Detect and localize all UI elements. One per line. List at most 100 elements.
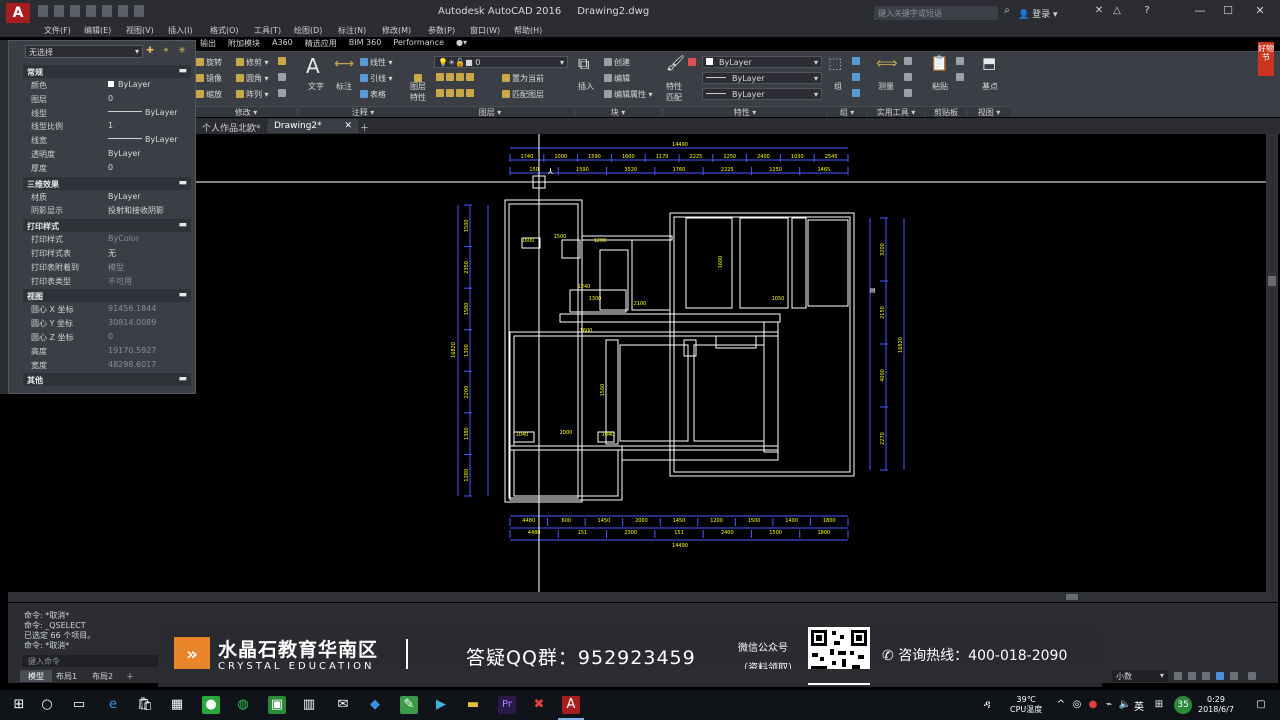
menu-draw[interactable]: 绘图(D) [294, 25, 322, 36]
app-green-icon[interactable]: ● [202, 696, 220, 714]
text-button[interactable]: 文字 [308, 81, 324, 92]
search-input[interactable]: 键入关键字或短语 [874, 6, 998, 20]
view-panel-label[interactable]: 视图 ▾ [968, 106, 1010, 117]
props-section-header[interactable]: 视图 ▬ [23, 289, 191, 303]
edge-browser-icon[interactable]: e [104, 696, 122, 714]
print-icon[interactable] [102, 5, 112, 17]
app-x-icon[interactable]: ✖ [530, 696, 548, 714]
explode-icon[interactable] [278, 73, 288, 82]
match-properties-icon[interactable]: 🖌 [666, 54, 685, 72]
collapse-icon[interactable]: ▬ [178, 220, 187, 230]
close-icon[interactable]: ✕ [1250, 4, 1270, 18]
group-select-icon[interactable] [852, 89, 862, 98]
task-view-icon[interactable]: ▭ [70, 696, 88, 714]
ungroup-icon[interactable] [852, 57, 862, 66]
rotate-button[interactable]: 旋转 [196, 57, 222, 68]
table-button[interactable]: 表格 [360, 89, 386, 100]
property-row[interactable]: 图层 0 [23, 92, 191, 106]
tray-badge-icon[interactable]: 35 [1174, 696, 1192, 714]
clipboard-panel-label[interactable]: 剪贴板 [926, 106, 966, 117]
collapse-icon[interactable]: ▬ [178, 178, 187, 188]
property-row[interactable]: 颜色 ByLayer [23, 78, 191, 92]
property-row[interactable]: 材质 ByLayer [23, 190, 191, 204]
tray-temperature[interactable]: 39℃ CPU温度 [1010, 695, 1042, 715]
tab-bim360[interactable]: BIM 360 [349, 38, 382, 51]
login-button[interactable]: 👤 登录 ▾ [1018, 7, 1057, 20]
volume-icon[interactable]: 🔈 [1116, 696, 1134, 714]
layer-tools-row-2[interactable] [436, 89, 476, 98]
props-section-header[interactable]: 三维效果 ▬ [23, 176, 191, 190]
input-language[interactable]: 英 [1134, 698, 1144, 713]
measure-icon[interactable]: ⟺ [876, 54, 898, 72]
notifications-icon[interactable]: ▢ [1252, 696, 1270, 714]
binoculars-icon[interactable]: ⌕ [1002, 6, 1012, 16]
edit-attribute-button[interactable]: 编辑属性 ▾ [604, 89, 653, 100]
tab-output[interactable]: 输出 [200, 38, 216, 51]
menu-insert[interactable]: 插入(I) [168, 25, 193, 36]
tab-addins[interactable]: 附加模块 [228, 38, 260, 51]
isolate-objects-icon[interactable] [1202, 672, 1210, 680]
pickadd-toggle-icon[interactable]: ✚ [145, 46, 155, 56]
paste-icon[interactable]: 📋 [930, 54, 949, 72]
property-row[interactable]: 线型 ByLayer [23, 106, 191, 120]
autocad-taskbar-icon[interactable]: A [562, 696, 580, 714]
hardware-acceleration-icon[interactable] [1216, 672, 1224, 680]
tab-performance[interactable]: Performance [393, 38, 444, 51]
premiere-icon[interactable]: Pr [498, 696, 516, 714]
property-row[interactable]: 阴影显示 投射和接收阴影 [23, 203, 191, 217]
collapse-icon[interactable]: ▬ [178, 290, 187, 300]
insert-block-icon[interactable]: ⧉ [578, 54, 589, 74]
tab-featured-apps[interactable]: 精选应用 [305, 38, 337, 51]
set-current-button[interactable]: 置为当前 [502, 73, 544, 84]
scale-button[interactable]: 缩放 [196, 89, 222, 100]
group-edit-icon[interactable] [852, 73, 862, 82]
app-cam-icon[interactable]: ▣ [268, 696, 286, 714]
property-row[interactable]: 打印表类型 不可用 [23, 274, 191, 288]
measure-button[interactable]: 测量 [878, 81, 894, 92]
dimension-icon[interactable]: ⟷ [334, 56, 354, 72]
property-row[interactable]: 高度 19170.5927 [23, 344, 191, 358]
utility-icon-3[interactable] [904, 89, 914, 98]
open-icon[interactable] [54, 5, 64, 17]
props-section-header[interactable]: 其他 ▬ [23, 373, 191, 387]
menu-modify[interactable]: 修改(M) [382, 25, 411, 36]
doc-tab-close-icon[interactable]: ✕ [345, 121, 353, 131]
ime-icon[interactable]: ⊞ [1150, 696, 1168, 714]
menu-edit[interactable]: 编辑(E) [84, 25, 111, 36]
minimize-icon[interactable]: — [1190, 4, 1210, 18]
offset-icon[interactable] [278, 89, 288, 98]
match-properties-label-1[interactable]: 特性 [666, 81, 682, 92]
ribbon-options-icon[interactable]: ●▾ [456, 38, 467, 51]
property-row[interactable]: 圆心 Y 坐标 30814.0089 [23, 316, 191, 330]
menu-help[interactable]: 帮助(H) [514, 25, 542, 36]
modify-panel-label[interactable]: 修改 ▾ [196, 106, 296, 117]
select-objects-icon[interactable]: ⌖ [161, 46, 171, 56]
clean-screen-icon[interactable] [1230, 672, 1238, 680]
leader-button[interactable]: 引线 ▾ [360, 73, 393, 84]
help-icon[interactable]: ? [1142, 6, 1152, 16]
app-leaf-icon[interactable]: ✎ [400, 696, 418, 714]
dimension-button[interactable]: 标注 [336, 81, 352, 92]
new-icon[interactable] [38, 5, 48, 17]
group-icon[interactable]: ⬚ [828, 54, 842, 72]
property-row[interactable]: 宽度 48298.6017 [23, 358, 191, 372]
base-point-icon[interactable]: ⬒ [982, 54, 996, 72]
property-row[interactable]: 线型比例 1 [23, 119, 191, 133]
exchange-icon[interactable]: ✕ [1094, 6, 1104, 16]
text-icon[interactable]: A [306, 54, 320, 78]
fillet-button[interactable]: 圆角 ▾ [236, 73, 269, 84]
insert-button[interactable]: 插入 [578, 81, 594, 92]
windows-start-icon[interactable]: ⊞ [10, 696, 28, 714]
block-panel-label[interactable]: 块 ▾ [576, 106, 660, 117]
redo-icon[interactable] [134, 5, 144, 17]
drawing-canvas[interactable]: 14490 1740 1000 1590 1600 1170 2225 1250 2400 103… [195, 134, 1266, 592]
property-row[interactable]: 打印样式 ByColor [23, 232, 191, 246]
property-row[interactable]: 厚度 0 [23, 161, 191, 175]
menu-dimension[interactable]: 标注(N) [338, 25, 366, 36]
utility-icon-2[interactable] [904, 73, 914, 82]
vertical-scrollbar[interactable] [1266, 134, 1278, 602]
copy-icon[interactable] [956, 57, 966, 66]
props-section-header[interactable]: 打印样式 ▬ [23, 219, 191, 233]
props-section-header[interactable]: 常规 ▬ [23, 65, 191, 78]
quick-properties-icon[interactable] [1174, 672, 1182, 680]
